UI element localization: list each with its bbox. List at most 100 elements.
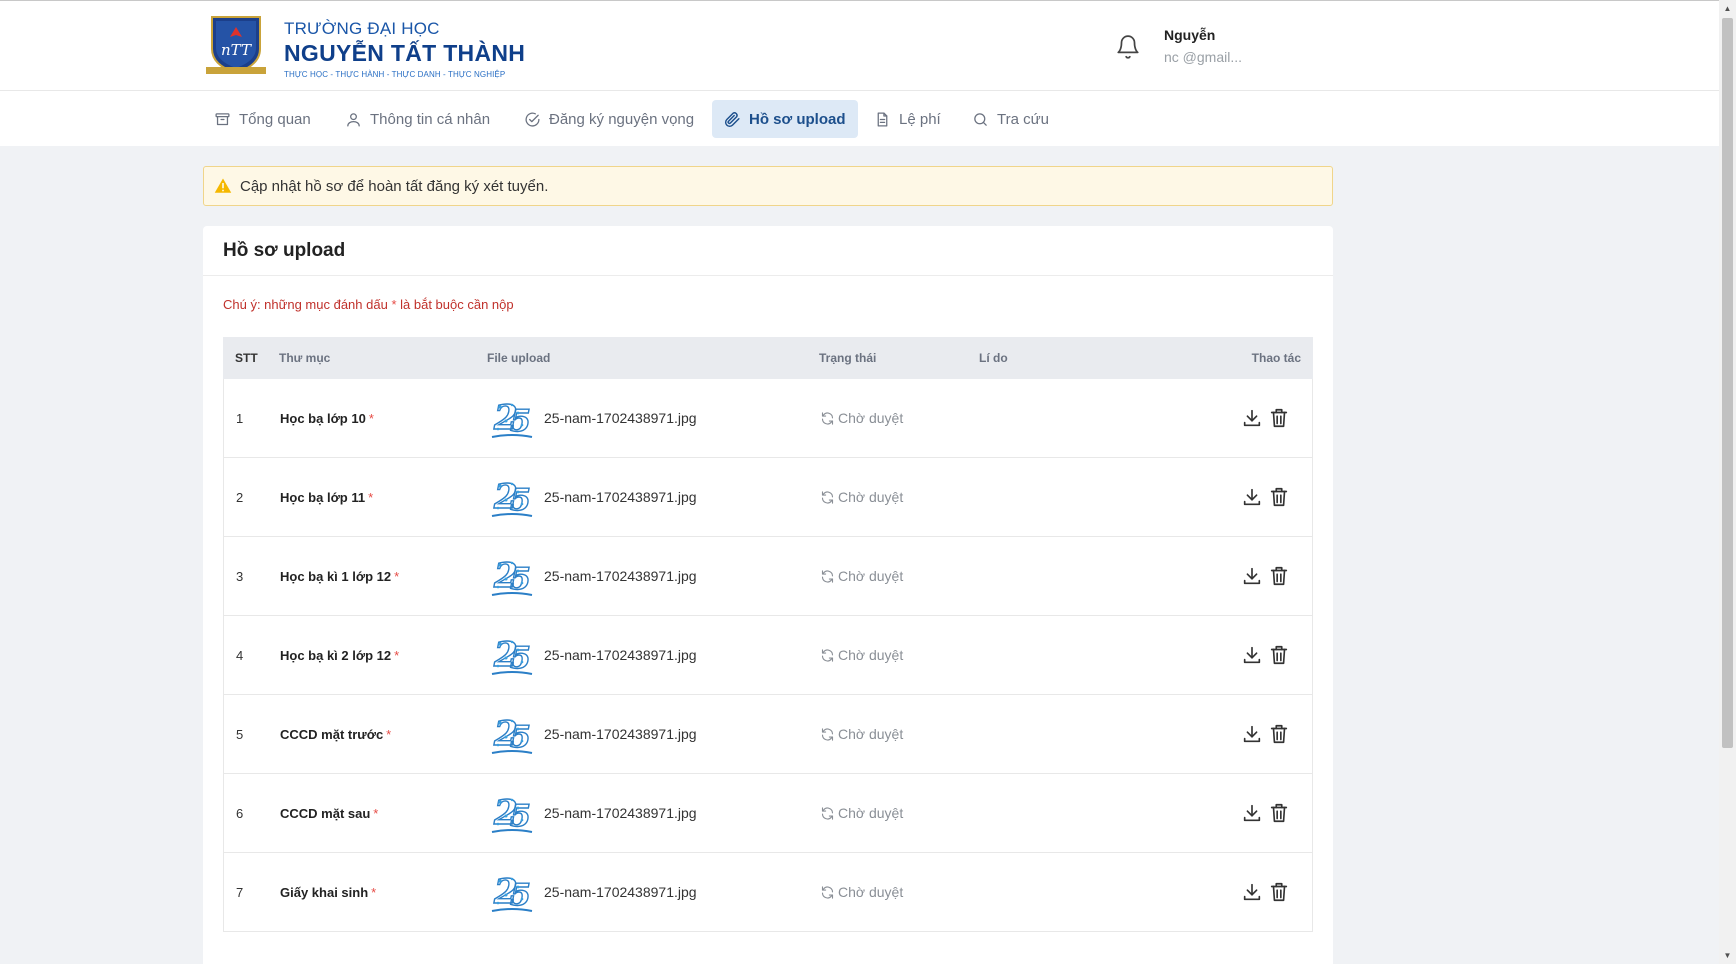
refresh-icon xyxy=(821,411,834,425)
status-text: Chờ duyệt xyxy=(838,410,904,426)
file-thumbnail-icon[interactable]: 2 5 xyxy=(488,709,536,759)
top-header: nTT TRƯỜNG ĐẠI HỌC NGUYỄN TẤT THÀNH THỰC… xyxy=(0,0,1719,91)
table-row: 4 Học bạ kì 2 lớp 12 * 2 5 25-nam-1702438… xyxy=(223,616,1313,695)
folder-label: Giấy khai sinh xyxy=(280,884,369,900)
download-icon[interactable] xyxy=(1241,407,1263,429)
required-star: * xyxy=(386,726,392,742)
row-stt: 4 xyxy=(236,647,244,663)
row-file[interactable]: 2 5 25-nam-1702438971.jpg xyxy=(488,472,820,522)
file-thumbnail-icon[interactable]: 2 5 xyxy=(488,867,536,917)
row-actions xyxy=(1180,407,1312,429)
status-text: Chờ duyệt xyxy=(838,884,904,900)
table-row: 5 CCCD mặt trước * 2 5 25-nam-1702438971.… xyxy=(223,695,1313,774)
bell-icon[interactable] xyxy=(1115,33,1141,61)
nav-label: Tra cứu xyxy=(997,110,1049,128)
svg-text:5: 5 xyxy=(510,483,531,518)
download-icon[interactable] xyxy=(1241,723,1263,745)
folder-label: Học bạ kì 2 lớp 12 xyxy=(280,647,392,663)
scroll-up-arrow-icon[interactable]: ▲ xyxy=(1719,0,1736,17)
nav-label: Hồ sơ upload xyxy=(749,110,846,128)
row-file[interactable]: 2 5 25-nam-1702438971.jpg xyxy=(488,551,820,601)
file-thumbnail-icon[interactable]: 2 5 xyxy=(488,630,536,680)
trash-icon[interactable] xyxy=(1268,723,1290,745)
row-status: Chờ duyệt xyxy=(820,410,980,426)
row-actions xyxy=(1180,881,1312,903)
row-file[interactable]: 2 5 25-nam-1702438971.jpg xyxy=(488,709,820,759)
row-folder: Học bạ kì 2 lớp 12 * xyxy=(280,648,488,663)
row-folder: Học bạ lớp 11 * xyxy=(280,490,488,505)
svg-text:5: 5 xyxy=(510,641,531,676)
user-name[interactable]: Nguyễn xyxy=(1164,27,1215,43)
refresh-icon xyxy=(821,648,834,662)
nav-le-phi[interactable]: Lệ phí xyxy=(862,100,953,138)
row-file[interactable]: 2 5 25-nam-1702438971.jpg xyxy=(488,393,820,443)
row-status: Chờ duyệt xyxy=(820,726,980,742)
file-thumbnail-icon[interactable]: 2 5 xyxy=(488,551,536,601)
row-stt: 5 xyxy=(236,726,244,742)
row-actions xyxy=(1180,723,1312,745)
file-name[interactable]: 25-nam-1702438971.jpg xyxy=(544,805,697,821)
trash-icon[interactable] xyxy=(1268,565,1290,587)
required-star: * xyxy=(368,410,374,426)
nav-dang-ky-nguyen-vong[interactable]: Đăng ký nguyện vọng xyxy=(512,100,706,138)
row-file[interactable]: 2 5 25-nam-1702438971.jpg xyxy=(488,867,820,917)
upload-table: STT Thư mục File upload Trạng thái Lí do… xyxy=(223,337,1313,932)
nav-thong-tin-ca-nhan[interactable]: Thông tin cá nhân xyxy=(333,100,502,138)
trash-icon[interactable] xyxy=(1268,881,1290,903)
trash-icon[interactable] xyxy=(1268,802,1290,824)
trash-icon[interactable] xyxy=(1268,644,1290,666)
row-stt: 6 xyxy=(236,805,244,821)
file-name[interactable]: 25-nam-1702438971.jpg xyxy=(544,726,697,742)
nav-label: Lệ phí xyxy=(899,110,941,128)
file-name[interactable]: 25-nam-1702438971.jpg xyxy=(544,884,697,900)
nav-tra-cuu[interactable]: Tra cứu xyxy=(960,100,1061,138)
download-icon[interactable] xyxy=(1241,644,1263,666)
main-nav: Tổng quan Thông tin cá nhân Đăng ký nguy… xyxy=(0,91,1719,146)
header-folder: Thư mục xyxy=(279,351,331,365)
row-file[interactable]: 2 5 25-nam-1702438971.jpg xyxy=(488,788,820,838)
row-file[interactable]: 2 5 25-nam-1702438971.jpg xyxy=(488,630,820,680)
download-icon[interactable] xyxy=(1241,802,1263,824)
scroll-down-arrow-icon[interactable]: ▼ xyxy=(1719,947,1736,964)
page-scrollbar[interactable]: ▲ ▼ xyxy=(1719,0,1736,964)
file-name[interactable]: 25-nam-1702438971.jpg xyxy=(544,489,697,505)
user-icon xyxy=(347,112,360,127)
nav-label: Thông tin cá nhân xyxy=(370,110,491,128)
archive-icon xyxy=(215,112,230,125)
row-folder: CCCD mặt trước * xyxy=(280,727,488,742)
nav-tong-quan[interactable]: Tổng quan xyxy=(202,100,323,138)
nav-ho-so-upload[interactable]: Hồ sơ upload xyxy=(712,100,858,138)
trash-icon[interactable] xyxy=(1268,407,1290,429)
file-thumbnail-icon[interactable]: 2 5 xyxy=(488,788,536,838)
school-logo[interactable]: nTT TRƯỜNG ĐẠI HỌC NGUYỄN TẤT THÀNH THỰC… xyxy=(202,13,525,81)
note-text-after: là bắt buộc cần nộp xyxy=(400,297,514,312)
card-title: Hồ sơ upload xyxy=(203,226,1333,276)
upload-card: Hồ sơ upload Chú ý: những mục đánh dấu *… xyxy=(203,226,1333,964)
refresh-icon xyxy=(821,727,834,741)
file-name[interactable]: 25-nam-1702438971.jpg xyxy=(544,647,697,663)
scroll-thumb[interactable] xyxy=(1722,18,1733,748)
note-star: * xyxy=(391,297,397,312)
table-header: STT Thư mục File upload Trạng thái Lí do… xyxy=(223,337,1313,379)
folder-label: Học bạ lớp 11 xyxy=(280,489,366,505)
status-text: Chờ duyệt xyxy=(838,568,904,584)
paperclip-icon xyxy=(724,111,740,127)
file-name[interactable]: 25-nam-1702438971.jpg xyxy=(544,410,697,426)
header-reason: Lí do xyxy=(979,351,1008,365)
download-icon[interactable] xyxy=(1241,565,1263,587)
download-icon[interactable] xyxy=(1241,881,1263,903)
trash-icon[interactable] xyxy=(1268,486,1290,508)
header-stt: STT xyxy=(235,351,258,365)
svg-text:5: 5 xyxy=(510,562,531,597)
check-circle-icon xyxy=(525,112,540,127)
refresh-icon xyxy=(821,806,834,820)
table-row: 3 Học bạ kì 1 lớp 12 * 2 5 25-nam-1702438… xyxy=(223,537,1313,616)
file-thumbnail-icon[interactable]: 2 5 xyxy=(488,393,536,443)
folder-label: CCCD mặt sau xyxy=(280,805,371,821)
download-icon[interactable] xyxy=(1241,486,1263,508)
file-thumbnail-icon[interactable]: 2 5 xyxy=(488,472,536,522)
row-status: Chờ duyệt xyxy=(820,805,980,821)
file-name[interactable]: 25-nam-1702438971.jpg xyxy=(544,568,697,584)
folder-label: Học bạ kì 1 lớp 12 xyxy=(280,568,392,584)
school-name-line2: NGUYỄN TẤT THÀNH xyxy=(284,40,526,66)
